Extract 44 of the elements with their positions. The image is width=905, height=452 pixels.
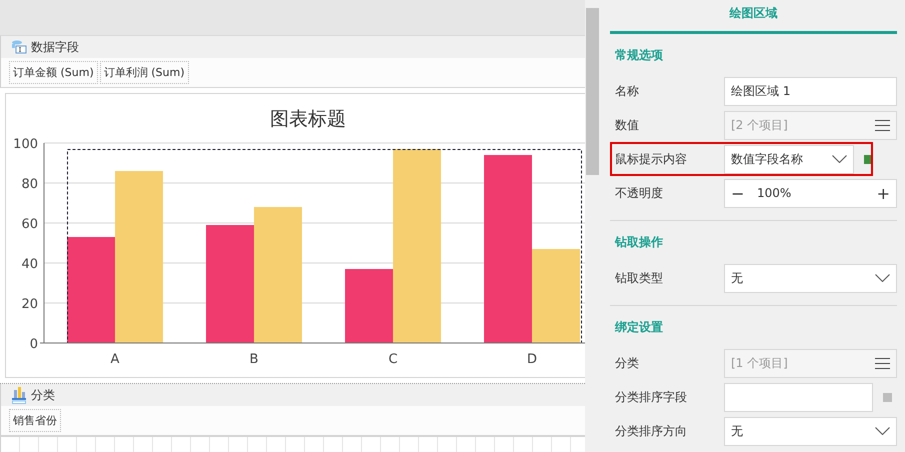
stepper-value: 100% bbox=[756, 186, 792, 200]
property-label: 鼠标提示内容 bbox=[615, 150, 688, 168]
chevron-down-icon bbox=[875, 427, 890, 435]
menu-icon[interactable] bbox=[875, 356, 890, 370]
bar-chart-icon bbox=[11, 386, 27, 404]
field-chip[interactable]: 销售省份 bbox=[9, 409, 61, 432]
property-label: 分类排序字段 bbox=[615, 388, 688, 406]
y-axis-label: 20 bbox=[21, 297, 38, 312]
y-axis-label: 100 bbox=[13, 137, 38, 152]
section-title: 钻取操作 bbox=[615, 234, 664, 251]
scrollbar[interactable] bbox=[585, 0, 600, 452]
y-axis-label: 80 bbox=[21, 177, 38, 192]
chevron-down-icon bbox=[875, 274, 890, 282]
field-title: 数据字段 bbox=[31, 38, 79, 56]
property-label: 名称 bbox=[615, 82, 640, 100]
dropdown[interactable]: 无 bbox=[724, 264, 897, 292]
property-label: 不透明度 bbox=[615, 184, 664, 202]
property-label: 分类 bbox=[615, 354, 640, 372]
x-axis-label: D bbox=[527, 352, 537, 367]
dropdown[interactable]: 数值字段名称 bbox=[724, 144, 854, 174]
section-title: 绑定设置 bbox=[615, 319, 664, 336]
menu-icon[interactable] bbox=[875, 118, 890, 132]
section-title: 常规选项 bbox=[615, 47, 664, 64]
x-axis-label: B bbox=[250, 352, 258, 367]
x-axis-label: C bbox=[388, 352, 398, 367]
field-chip[interactable]: 订单金额 (Sum) bbox=[9, 61, 98, 84]
scrollbar-thumb[interactable] bbox=[586, 8, 599, 175]
y-axis-label: 40 bbox=[21, 257, 38, 272]
chart-title: 图表标题 bbox=[270, 108, 346, 130]
plus-button[interactable]: + bbox=[870, 184, 890, 202]
property-label: 数值 bbox=[615, 116, 640, 134]
chevron-down-icon bbox=[832, 155, 847, 163]
minus-button[interactable]: − bbox=[731, 184, 751, 202]
dropdown[interactable]: 无 bbox=[724, 416, 897, 446]
text-field[interactable]: 绘图区域 1 bbox=[724, 76, 897, 106]
database-icon bbox=[11, 40, 27, 54]
field-title: 分类 bbox=[31, 386, 55, 404]
property-label: 分类排序方向 bbox=[615, 422, 688, 440]
text-field[interactable] bbox=[724, 382, 873, 412]
field-chip[interactable]: 订单利润 (Sum) bbox=[100, 61, 188, 84]
x-axis-label: A bbox=[110, 352, 120, 367]
y-axis-label: 0 bbox=[30, 337, 38, 352]
property-label: 钻取类型 bbox=[615, 270, 664, 286]
y-axis-label: 60 bbox=[21, 217, 38, 232]
